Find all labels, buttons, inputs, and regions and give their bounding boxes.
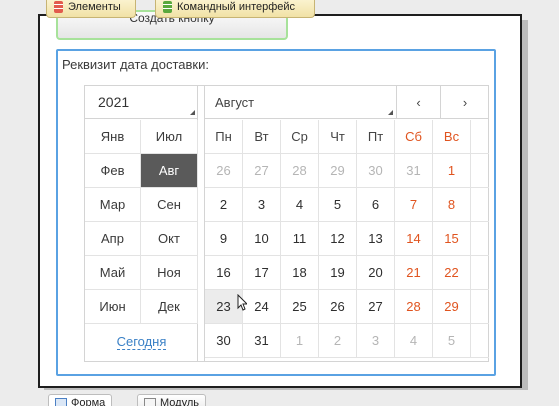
- day-cell[interactable]: 28: [395, 290, 433, 324]
- year-select[interactable]: 2021: [85, 86, 198, 119]
- grid-filler: [471, 188, 489, 222]
- day-cell[interactable]: 30: [357, 154, 395, 188]
- day-cell[interactable]: 20: [357, 256, 395, 290]
- mouse-cursor-icon: [237, 294, 247, 311]
- calendar-month-panel: 2021 Янв Июл Фев Авг Мар Сен Апр Окт Май Ноя Июн Де…: [85, 86, 198, 361]
- day-cell[interactable]: 1: [281, 324, 319, 358]
- calendar: 2021 Янв Июл Фев Авг Мар Сен Апр Окт Май Ноя Июн Де…: [84, 85, 489, 362]
- grid-filler: [471, 222, 489, 256]
- day-grid: Пн Вт Ср Чт Пт Сб Вс 26 27 28 29 30 31 1 2 3 4 5 6 7 8 9 10 11 1…: [205, 120, 489, 358]
- day-cell[interactable]: 4: [281, 188, 319, 222]
- tab-module-label: Модуль: [160, 397, 199, 406]
- month-cell[interactable]: Апр: [85, 222, 141, 256]
- month-grid: Янв Июл Фев Авг Мар Сен Апр Окт Май Ноя Июн Дек: [85, 120, 198, 324]
- weekday-header: Вт: [243, 120, 281, 154]
- month-cell[interactable]: Июл: [141, 120, 198, 154]
- day-cell[interactable]: 29: [319, 154, 357, 188]
- month-cell[interactable]: Ноя: [141, 256, 198, 290]
- chevron-left-icon: ‹: [416, 94, 421, 110]
- weekday-header: Чт: [319, 120, 357, 154]
- day-cell[interactable]: 3: [357, 324, 395, 358]
- weekday-header: Пт: [357, 120, 395, 154]
- module-icon: [144, 398, 156, 406]
- day-cell[interactable]: 15: [433, 222, 471, 256]
- weekday-header: Сб: [395, 120, 433, 154]
- chevron-right-icon: ›: [462, 94, 468, 110]
- month-cell[interactable]: Авг: [141, 154, 198, 188]
- day-cell[interactable]: 30: [205, 324, 243, 358]
- day-cell[interactable]: 31: [243, 324, 281, 358]
- weekday-header: Ср: [281, 120, 319, 154]
- month-select[interactable]: Август: [205, 86, 397, 119]
- tab-form[interactable]: Форма: [48, 394, 113, 406]
- grid-filler: [471, 324, 489, 358]
- next-month-button[interactable]: ›: [441, 86, 489, 119]
- day-cell[interactable]: 11: [281, 222, 319, 256]
- day-cell[interactable]: 1: [433, 154, 471, 188]
- green-stack-icon: [163, 0, 172, 13]
- day-cell[interactable]: 21: [395, 256, 433, 290]
- day-cell[interactable]: 5: [319, 188, 357, 222]
- red-stack-icon: [54, 0, 63, 13]
- day-cell[interactable]: 19: [319, 256, 357, 290]
- day-cell[interactable]: 26: [205, 154, 243, 188]
- day-cell[interactable]: 5: [433, 324, 471, 358]
- day-cell[interactable]: 25: [281, 290, 319, 324]
- day-cell[interactable]: 28: [281, 154, 319, 188]
- grid-filler: [471, 120, 489, 154]
- today-link[interactable]: Сегодня: [85, 324, 198, 360]
- calendar-day-panel: Август ‹ › Пн Вт Ср Чт Пт Сб Вс 26 27 28 29 30 31 1 2 3…: [204, 86, 489, 361]
- month-cell[interactable]: Янв: [85, 120, 141, 154]
- dropdown-corner-icon: [388, 110, 393, 115]
- prev-month-button[interactable]: ‹: [397, 86, 441, 119]
- tab-command-interface[interactable]: Командный интерфейс: [155, 0, 315, 18]
- day-cell[interactable]: 6: [357, 188, 395, 222]
- day-cell[interactable]: 4: [395, 324, 433, 358]
- day-cell[interactable]: 16: [205, 256, 243, 290]
- tab-command-interface-label: Командный интерфейс: [177, 0, 296, 13]
- weekday-header: Пн: [205, 120, 243, 154]
- day-cell[interactable]: 29: [433, 290, 471, 324]
- day-cell[interactable]: 13: [357, 222, 395, 256]
- month-cell[interactable]: Июн: [85, 290, 141, 324]
- day-cell[interactable]: 26: [319, 290, 357, 324]
- day-cell[interactable]: 14: [395, 222, 433, 256]
- month-cell[interactable]: Мар: [85, 188, 141, 222]
- tab-form-label: Форма: [71, 397, 106, 406]
- day-cell[interactable]: 2: [319, 324, 357, 358]
- day-cell[interactable]: 31: [395, 154, 433, 188]
- dropdown-corner-icon: [190, 110, 195, 115]
- day-cell[interactable]: 24: [243, 290, 281, 324]
- day-cell[interactable]: 27: [357, 290, 395, 324]
- day-cell[interactable]: 8: [433, 188, 471, 222]
- day-cell[interactable]: 18: [281, 256, 319, 290]
- day-cell[interactable]: 7: [395, 188, 433, 222]
- tab-elements-label: Элементы: [68, 0, 121, 13]
- day-cell[interactable]: 2: [205, 188, 243, 222]
- tab-module[interactable]: Модуль: [137, 394, 206, 406]
- grid-filler: [471, 154, 489, 188]
- grid-filler: [471, 290, 489, 324]
- day-cell[interactable]: 10: [243, 222, 281, 256]
- weekday-header: Вс: [433, 120, 471, 154]
- day-cell[interactable]: 3: [243, 188, 281, 222]
- day-cell[interactable]: 27: [243, 154, 281, 188]
- tab-elements[interactable]: Элементы: [46, 0, 136, 18]
- month-cell[interactable]: Май: [85, 256, 141, 290]
- day-cell[interactable]: 22: [433, 256, 471, 290]
- month-value: Август: [215, 94, 255, 110]
- delivery-date-group: Реквизит дата доставки: 2021 Янв Июл Фев Ав…: [56, 49, 496, 376]
- today-link-label: Сегодня: [116, 333, 167, 350]
- month-cell[interactable]: Фев: [85, 154, 141, 188]
- year-value: 2021: [98, 94, 130, 110]
- form-icon: [55, 398, 67, 406]
- month-cell[interactable]: Окт: [141, 222, 198, 256]
- month-cell[interactable]: Сен: [141, 188, 198, 222]
- day-cell[interactable]: 9: [205, 222, 243, 256]
- grid-filler: [471, 256, 489, 290]
- field-label: Реквизит дата доставки:: [62, 57, 209, 72]
- day-cell[interactable]: 12: [319, 222, 357, 256]
- month-cell[interactable]: Дек: [141, 290, 198, 324]
- day-cell[interactable]: 17: [243, 256, 281, 290]
